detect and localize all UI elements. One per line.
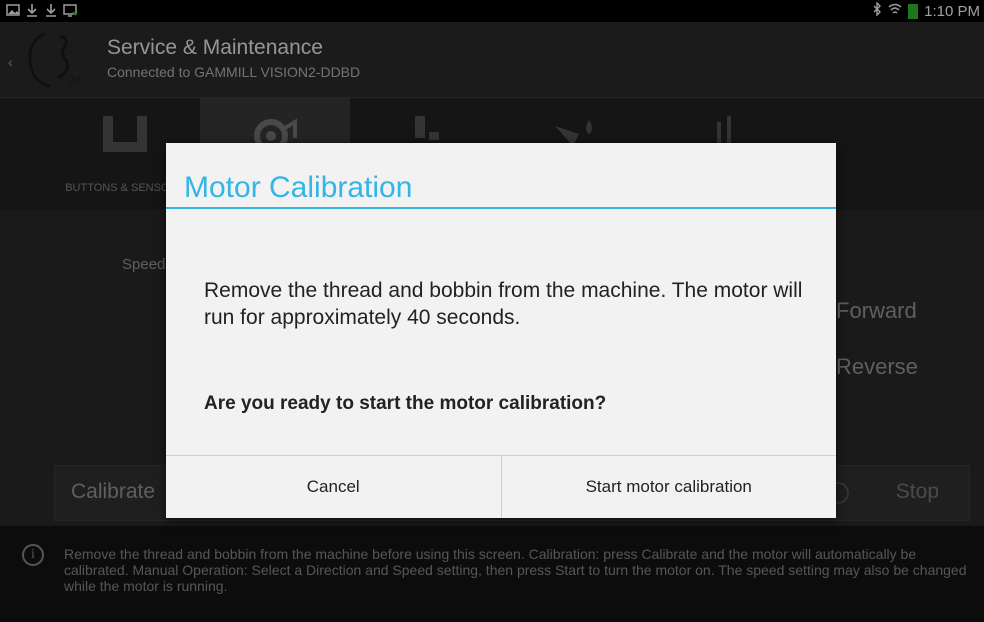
start-calibration-button[interactable]: Start motor calibration xyxy=(500,456,837,518)
dialog-button-bar: Cancel Start motor calibration xyxy=(166,455,836,518)
motor-calibration-dialog: Motor Calibration Remove the thread and … xyxy=(166,143,836,518)
dialog-question: Are you ready to start the motor calibra… xyxy=(204,393,607,414)
dialog-divider xyxy=(166,207,836,209)
dialog-message: Remove the thread and bobbin from the ma… xyxy=(204,279,803,329)
dialog-title: Motor Calibration xyxy=(184,171,413,204)
cancel-button[interactable]: Cancel xyxy=(166,456,501,518)
